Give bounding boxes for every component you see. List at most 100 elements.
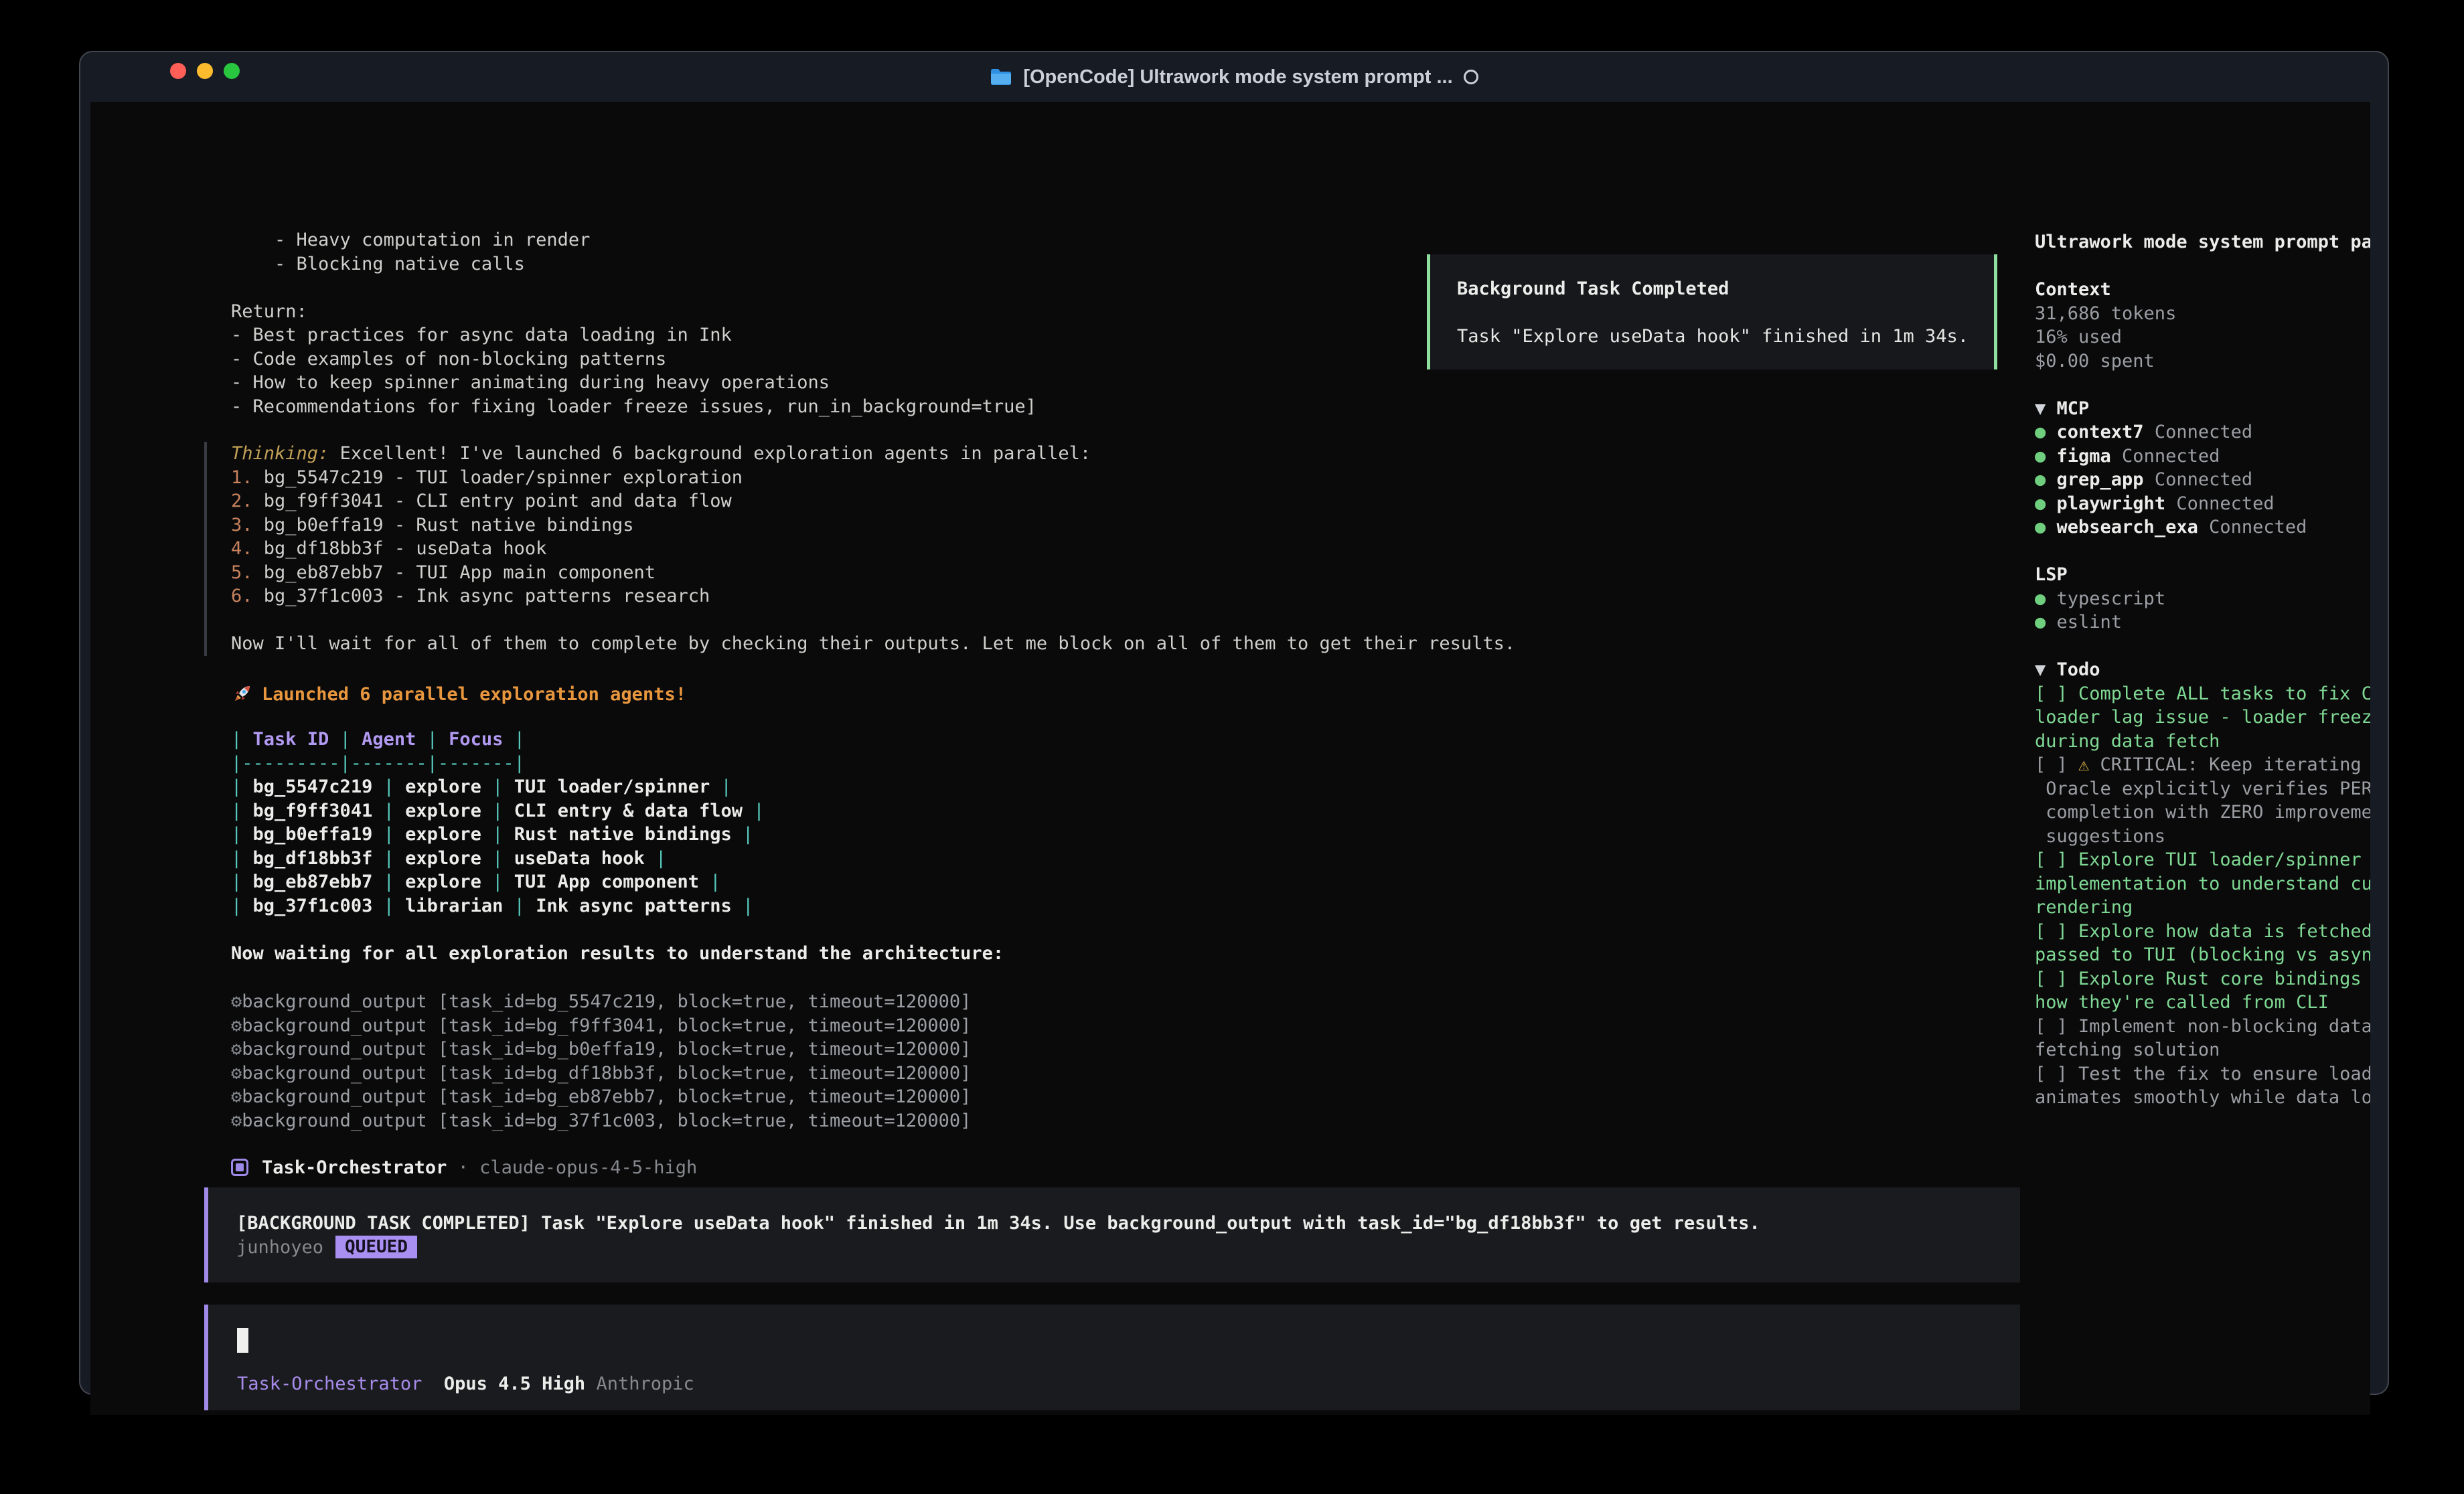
sidebar-line: rendering bbox=[2035, 896, 2370, 920]
text-cursor bbox=[237, 1328, 248, 1353]
sidebar-line: Oracle explicitly verifies PERFECT bbox=[2035, 777, 2370, 801]
waiting-text: Now waiting for all exploration results … bbox=[231, 942, 1004, 966]
sidebar-line: [ ] Explore TUI loader/spinner bbox=[2035, 848, 2370, 872]
sidebar-line: [ ] Test the fix to ensure loader bbox=[2035, 1062, 2370, 1086]
background-task-message: [BACKGROUND TASK COMPLETED] Task "Explor… bbox=[204, 1187, 2020, 1282]
table-line: |---------|-------|-------| bbox=[231, 752, 765, 776]
agent-header: Task-Orchestrator · claude-opus-4-5-high bbox=[231, 1154, 697, 1181]
sidebar-line: $0.00 spent bbox=[2035, 349, 2370, 374]
username: junhoyeo bbox=[236, 1237, 323, 1258]
sidebar-line bbox=[2035, 540, 2370, 564]
input-model: Opus 4.5 High bbox=[444, 1374, 585, 1394]
sidebar-line: how they're called from CLI bbox=[2035, 991, 2370, 1015]
sidebar-line: ● typescript bbox=[2035, 587, 2370, 611]
terminal-line: - Recommendations for fixing loader free… bbox=[231, 395, 1036, 419]
notification-toast[interactable]: Background Task Completed Task "Explore … bbox=[1427, 254, 1997, 369]
table-line: | bg_37f1c003 | librarian | Ink async pa… bbox=[231, 894, 765, 918]
terminal-output-intro: - Heavy computation in render - Blocking… bbox=[231, 228, 1036, 418]
app-window: [OpenCode] Ultrawork mode system prompt … bbox=[79, 51, 2389, 1395]
thinking-line: 2. bg_f9ff3041 - CLI entry point and dat… bbox=[231, 489, 1515, 513]
window-title-group: [OpenCode] Ultrawork mode system prompt … bbox=[80, 52, 2388, 102]
sidebar-line: ● figma Connected bbox=[2035, 444, 2370, 469]
thinking-line: 4. bg_df18bb3f - useData hook bbox=[231, 537, 1515, 561]
table-line: | bg_df18bb3f | explore | useData hook | bbox=[231, 847, 765, 871]
table-line: | bg_f9ff3041 | explore | CLI entry & da… bbox=[231, 799, 765, 823]
folder-icon bbox=[990, 68, 1012, 86]
table-line: | bg_eb87ebb7 | explore | TUI App compon… bbox=[231, 870, 765, 894]
thinking-line: 6. bg_37f1c003 - Ink async patterns rese… bbox=[231, 584, 1515, 608]
sidebar-line: ● playwright Connected bbox=[2035, 492, 2370, 516]
thinking-line: 1. bg_5547c219 - TUI loader/spinner expl… bbox=[231, 466, 1515, 490]
table-line: | bg_b0effa19 | explore | Rust native bi… bbox=[231, 823, 765, 847]
task-completed-text: [BACKGROUND TASK COMPLETED] Task "Explor… bbox=[236, 1212, 2020, 1236]
thinking-line: Now I'll wait for all of them to complet… bbox=[231, 632, 1515, 656]
sidebar-line: during data fetch bbox=[2035, 730, 2370, 754]
notification-title: Background Task Completed bbox=[1457, 277, 1994, 301]
sidebar-line bbox=[2035, 635, 2370, 659]
sidebar-line bbox=[2035, 254, 2370, 278]
sidebar-line: 16% used bbox=[2035, 325, 2370, 349]
titlebar: [OpenCode] Ultrawork mode system prompt … bbox=[80, 52, 2388, 102]
sidebar-line: [ ] ⚠ CRITICAL: Keep iterating until bbox=[2035, 753, 2370, 777]
sidebar-line: 31,686 tokens bbox=[2035, 302, 2370, 326]
sidebar-line: ● grep_app Connected bbox=[2035, 468, 2370, 492]
sidebar-line: ▼ MCP bbox=[2035, 397, 2370, 421]
table-line: | Task ID | Agent | Focus | bbox=[231, 728, 765, 752]
input-agent-name: Task-Orchestrator bbox=[237, 1374, 422, 1394]
tool-call-list: ⚙background_output [task_id=bg_5547c219,… bbox=[231, 990, 971, 1133]
notification-body: Task "Explore useData hook" finished in … bbox=[1457, 325, 1994, 349]
agent-model: claude-opus-4-5-high bbox=[479, 1157, 697, 1178]
terminal-line: - Best practices for async data loading … bbox=[231, 323, 1036, 347]
agent-icon bbox=[231, 1159, 248, 1176]
tool-call-line: ⚙background_output [task_id=bg_df18bb3f,… bbox=[231, 1062, 971, 1086]
thinking-line: Thinking: Excellent! I've launched 6 bac… bbox=[231, 442, 1515, 466]
sidebar-line: ● websearch_exa Connected bbox=[2035, 515, 2370, 540]
sidebar-line: completion with ZERO improvement bbox=[2035, 801, 2370, 825]
sidebar-line: ● context7 Connected bbox=[2035, 420, 2370, 444]
sidebar-line: ● eslint bbox=[2035, 610, 2370, 635]
sidebar-line: implementation to understand current bbox=[2035, 872, 2370, 896]
sidebar-line: LSP bbox=[2035, 563, 2370, 587]
thinking-line bbox=[231, 608, 1515, 633]
sidebar-line: animates smoothly while data loads bbox=[2035, 1086, 2370, 1110]
tool-call-line: ⚙background_output [task_id=bg_f9ff3041,… bbox=[231, 1014, 971, 1038]
sidebar-line: [ ] Explore how data is fetched and bbox=[2035, 920, 2370, 944]
terminal-content[interactable]: - Heavy computation in render - Blocking… bbox=[90, 102, 2370, 1415]
window-title: [OpenCode] Ultrawork mode system prompt … bbox=[1023, 66, 1452, 88]
sidebar-line: [ ] Explore Rust core bindings and bbox=[2035, 967, 2370, 991]
terminal-line: Now waiting for all exploration results … bbox=[231, 942, 1004, 966]
tool-call-line: ⚙background_output [task_id=bg_eb87ebb7,… bbox=[231, 1085, 971, 1109]
agent-separator: · bbox=[458, 1157, 469, 1178]
launch-text: Launched 6 parallel exploration agents! bbox=[262, 684, 686, 705]
agent-name: Task-Orchestrator bbox=[262, 1157, 447, 1178]
input-provider: Anthropic bbox=[596, 1374, 694, 1394]
input-meta: Task-Orchestrator Opus 4.5 High Anthropi… bbox=[237, 1372, 694, 1396]
table-line: | bg_5547c219 | explore | TUI loader/spi… bbox=[231, 775, 765, 799]
message-input[interactable]: Task-Orchestrator Opus 4.5 High Anthropi… bbox=[204, 1305, 2020, 1410]
sidebar: Ultrawork mode system prompt parsing Con… bbox=[2035, 230, 2370, 1110]
sidebar-line: [ ] Implement non-blocking data bbox=[2035, 1015, 2370, 1039]
agents-table: | Task ID | Agent | Focus ||---------|--… bbox=[231, 728, 765, 918]
sidebar-line: suggestions bbox=[2035, 825, 2370, 849]
sidebar-line: Ultrawork mode system prompt parsing bbox=[2035, 230, 2370, 254]
sidebar-line: Context bbox=[2035, 278, 2370, 302]
sidebar-line: fetching solution bbox=[2035, 1038, 2370, 1062]
sidebar-line: passed to TUI (blocking vs async) bbox=[2035, 943, 2370, 967]
rocket-icon bbox=[231, 683, 252, 705]
progress-circle-icon bbox=[1464, 70, 1478, 84]
terminal-line: - Blocking native calls bbox=[231, 252, 1036, 276]
tool-call-line: ⚙background_output [task_id=bg_37f1c003,… bbox=[231, 1109, 971, 1133]
sidebar-line: loader lag issue - loader freezes bbox=[2035, 706, 2370, 730]
terminal-line: - Code examples of non-blocking patterns bbox=[231, 347, 1036, 371]
sidebar-line: ▼ Todo bbox=[2035, 658, 2370, 682]
queued-badge: QUEUED bbox=[335, 1236, 417, 1258]
thinking-line: 3. bg_b0effa19 - Rust native bindings bbox=[231, 513, 1515, 537]
thinking-line: 5. bg_eb87ebb7 - TUI App main component bbox=[231, 561, 1515, 585]
thinking-block: Thinking: Excellent! I've launched 6 bac… bbox=[204, 442, 1515, 656]
terminal-line bbox=[231, 276, 1036, 300]
sidebar-line bbox=[2035, 373, 2370, 397]
tool-call-line: ⚙background_output [task_id=bg_b0effa19,… bbox=[231, 1038, 971, 1062]
sidebar-line: [ ] Complete ALL tasks to fix CLI bbox=[2035, 682, 2370, 706]
terminal-line: - Heavy computation in render bbox=[231, 228, 1036, 252]
terminal-line: Return: bbox=[231, 300, 1036, 324]
